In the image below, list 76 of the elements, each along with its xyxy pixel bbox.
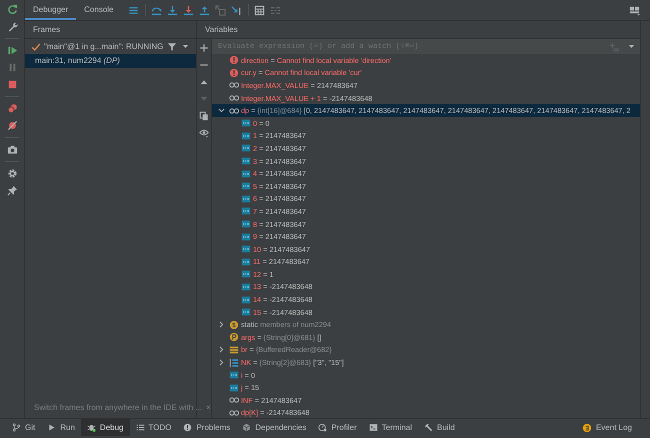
tool-window-tab[interactable]: Profiler bbox=[312, 419, 363, 436]
camera-icon[interactable] bbox=[6, 144, 18, 155]
breakpoints-icon[interactable] bbox=[6, 103, 18, 114]
tool-window-tab[interactable]: Terminal bbox=[362, 419, 418, 436]
primitive-value-icon bbox=[241, 307, 251, 318]
primitive-value-icon bbox=[241, 130, 251, 141]
tool-window-tab[interactable]: Problems bbox=[177, 419, 236, 436]
mute-breakpoints-icon[interactable] bbox=[6, 120, 18, 131]
resume-icon[interactable] bbox=[6, 45, 18, 56]
error-icon bbox=[229, 68, 239, 78]
warning-circle-icon bbox=[183, 423, 192, 432]
primitive-value-icon bbox=[241, 269, 251, 280]
hint-text: Switch frames from anywhere in the IDE with ... bbox=[34, 403, 202, 412]
watch-glasses-icon bbox=[229, 93, 239, 104]
primitive-value-icon bbox=[241, 244, 251, 254]
primitive-value-icon bbox=[241, 194, 251, 204]
branch-icon bbox=[12, 423, 21, 432]
primitive-value-icon bbox=[241, 206, 251, 216]
list-icon bbox=[136, 423, 144, 432]
wrench-icon[interactable] bbox=[6, 21, 18, 32]
primitive-value-icon bbox=[241, 156, 251, 166]
run-to-cursor-icon[interactable] bbox=[231, 4, 242, 16]
primitive-value-icon bbox=[241, 219, 251, 230]
primitive-value-icon bbox=[241, 143, 251, 154]
field-icon bbox=[229, 344, 239, 355]
tool-window-tab[interactable]: Build bbox=[418, 419, 461, 436]
notification-icon bbox=[582, 422, 592, 432]
static-member-icon bbox=[229, 320, 239, 330]
primitive-value-icon bbox=[241, 256, 251, 267]
primitive-value-icon bbox=[229, 370, 239, 380]
watch-glasses-icon bbox=[229, 80, 239, 90]
eye-icon[interactable] bbox=[199, 128, 209, 138]
stop-icon[interactable] bbox=[6, 79, 18, 90]
primitive-value-icon bbox=[241, 282, 251, 292]
step-over-icon[interactable] bbox=[151, 4, 162, 16]
add-icon[interactable] bbox=[199, 43, 209, 53]
settings-icon[interactable] bbox=[6, 168, 18, 179]
debugger-tab[interactable]: Console bbox=[76, 0, 122, 20]
primitive-value-icon bbox=[229, 382, 239, 393]
tool-window-tab[interactable]: TODO bbox=[130, 419, 178, 436]
watch-glasses-icon bbox=[229, 408, 239, 418]
tool-window-tab[interactable]: Run bbox=[41, 419, 81, 436]
primitive-value-icon bbox=[241, 294, 251, 305]
frame-item[interactable]: main:31, num2294 (DP) bbox=[25, 54, 196, 68]
event-log-button[interactable]: Event Log bbox=[582, 422, 632, 432]
step-into-icon[interactable] bbox=[167, 4, 178, 16]
copy-icon[interactable] bbox=[199, 111, 209, 121]
terminal-icon bbox=[368, 423, 378, 432]
profiler-icon bbox=[318, 423, 328, 432]
primitive-value-icon bbox=[241, 181, 251, 192]
panel-title: Frames bbox=[25, 21, 196, 39]
menu-icon[interactable] bbox=[128, 4, 139, 16]
error-icon bbox=[229, 55, 239, 66]
tool-window-tab[interactable]: Git bbox=[6, 419, 42, 436]
step-out-icon[interactable] bbox=[199, 4, 210, 16]
pin-icon[interactable] bbox=[6, 185, 18, 196]
primitive-value-icon bbox=[241, 118, 251, 128]
run-icon bbox=[47, 423, 56, 432]
primitive-value-icon bbox=[241, 168, 251, 179]
array-icon bbox=[229, 358, 239, 368]
watch-glasses-icon bbox=[229, 106, 239, 116]
rerun-icon[interactable] bbox=[6, 4, 18, 15]
force-step-into-icon[interactable] bbox=[183, 4, 194, 16]
hammer-icon bbox=[424, 423, 433, 432]
bug-icon bbox=[86, 423, 96, 432]
parameter-icon bbox=[229, 332, 239, 342]
watch-glasses-icon bbox=[229, 395, 239, 406]
tool-window-tab[interactable]: Debug bbox=[80, 419, 130, 436]
calculator-icon[interactable] bbox=[254, 4, 265, 16]
check-icon bbox=[31, 42, 41, 52]
primitive-value-icon bbox=[241, 232, 251, 242]
thread-dropdown[interactable]: "main"@1 in g...main": RUNNING bbox=[31, 42, 164, 52]
tool-window-tab[interactable]: Dependencies bbox=[236, 419, 312, 436]
filter-icon[interactable] bbox=[167, 42, 178, 52]
layout-icon[interactable] bbox=[628, 4, 640, 16]
cubes-icon bbox=[242, 423, 252, 432]
